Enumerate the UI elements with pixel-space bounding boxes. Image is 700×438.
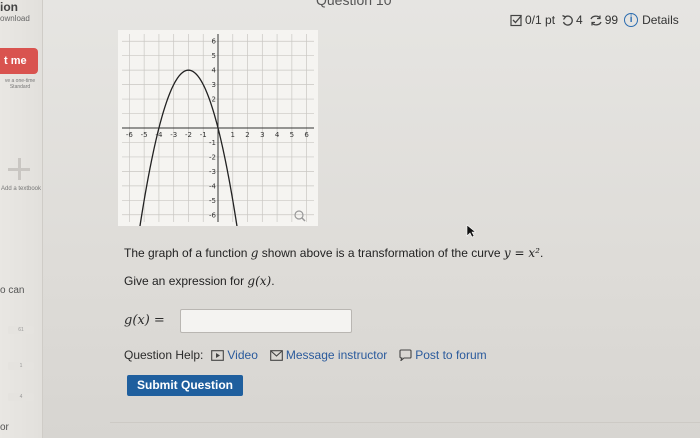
question-prompt: The graph of a function g shown above is… — [124, 246, 543, 260]
retries-count: 4 — [576, 13, 583, 27]
prompt-part: The graph of a function — [124, 246, 251, 260]
instruction-text: Give an expression for — [124, 274, 248, 288]
x-tick-label: 3 — [260, 131, 264, 139]
sidebar-title: ion — [0, 0, 18, 14]
video-icon — [211, 349, 225, 361]
video-link[interactable]: Video — [211, 348, 258, 362]
x-tick-label: -6 — [126, 131, 134, 139]
question-help: Question Help: Video Message instructor … — [124, 348, 499, 362]
x-tick-label: 6 — [304, 131, 309, 139]
y-tick-label: 2 — [212, 96, 216, 104]
sidebar-bottom-text: or — [0, 422, 9, 433]
y-tick-label: -6 — [209, 211, 217, 219]
x-tick-label: -5 — [141, 131, 148, 139]
page: ion ownload t me ve a one-time Standard … — [0, 0, 700, 438]
add-textbook-plus-icon[interactable] — [8, 158, 30, 180]
speech-bubble-icon — [399, 349, 412, 361]
instruction-expr: g(x) — [247, 274, 272, 288]
x-tick-label: 1 — [231, 131, 235, 139]
add-textbook-label[interactable]: Add a textbook — [0, 186, 42, 193]
y-tick-label: -3 — [209, 168, 216, 176]
x-tick-label: -3 — [170, 131, 177, 139]
sidebar-action-button[interactable]: t me — [0, 48, 38, 74]
submit-question-button[interactable]: Submit Question — [127, 375, 243, 396]
instruction-end: . — [271, 274, 275, 288]
score-indicator: 0/1 pt — [510, 13, 555, 27]
divider — [110, 422, 700, 423]
score-check-icon — [510, 14, 522, 26]
x-tick-label: -2 — [185, 131, 192, 139]
details-label: Details — [642, 13, 679, 27]
question-title: Question 10 — [316, 0, 392, 8]
info-icon: i — [624, 13, 639, 27]
answer-label: g(x) = — [124, 313, 165, 328]
forum-label: Post to forum — [415, 348, 487, 362]
sidebar: ion ownload t me ve a one-time Standard … — [0, 0, 43, 438]
post-to-forum-link[interactable]: Post to forum — [399, 348, 487, 362]
x-tick-label: 5 — [290, 131, 294, 139]
y-tick-label: 3 — [212, 81, 216, 89]
x-tick-label: 4 — [275, 131, 280, 139]
score-text: 0/1 pt — [525, 13, 556, 27]
undo-icon — [562, 14, 573, 26]
parent-curve-equation: y = x² — [503, 246, 540, 260]
help-label: Question Help: — [124, 348, 204, 362]
sidebar-row-item[interactable]: 1 — [8, 362, 34, 370]
details-button[interactable]: i Details — [624, 13, 679, 27]
sidebar-row-item[interactable]: 61 — [8, 326, 34, 334]
question-meta: 0/1 pt 4 99 i Details — [510, 10, 679, 30]
y-tick-label: -5 — [209, 197, 216, 205]
sidebar-download-link[interactable]: ownload — [0, 14, 30, 23]
answer-input[interactable] — [180, 309, 352, 333]
function-graph: -6 -5 -4 -3 -2 -1 1 2 3 4 5 665432-1-2-3-4-5-6 — [118, 30, 318, 226]
message-instructor-link[interactable]: Message instructor — [270, 348, 387, 362]
x-tick-label: 2 — [245, 131, 249, 139]
y-tick-label: -1 — [209, 139, 216, 147]
y-tick-label: 6 — [212, 38, 217, 46]
prompt-part: . — [539, 246, 544, 260]
y-tick-label: 4 — [212, 67, 217, 75]
mouse-cursor-icon — [466, 224, 476, 238]
sidebar-can-text: o can — [0, 285, 25, 296]
question-instruction: Give an expression for g(x). — [124, 274, 275, 288]
sidebar-note: ve a one-time Standard — [4, 78, 36, 90]
envelope-icon — [270, 349, 283, 361]
y-tick-label: -2 — [209, 153, 216, 161]
y-tick-label: -4 — [209, 182, 217, 190]
sidebar-row-item[interactable]: 4 — [8, 393, 34, 401]
attempts-indicator: 99 — [589, 13, 618, 27]
retries-indicator: 4 — [561, 13, 583, 27]
x-tick-label: -1 — [200, 131, 207, 139]
video-label: Video — [227, 348, 258, 362]
prompt-part: shown above is a transformation of the c… — [258, 246, 504, 260]
attempts-count: 99 — [604, 13, 619, 27]
refresh-icon — [590, 15, 602, 25]
message-label: Message instructor — [285, 348, 388, 362]
y-tick-label: 5 — [212, 52, 216, 60]
